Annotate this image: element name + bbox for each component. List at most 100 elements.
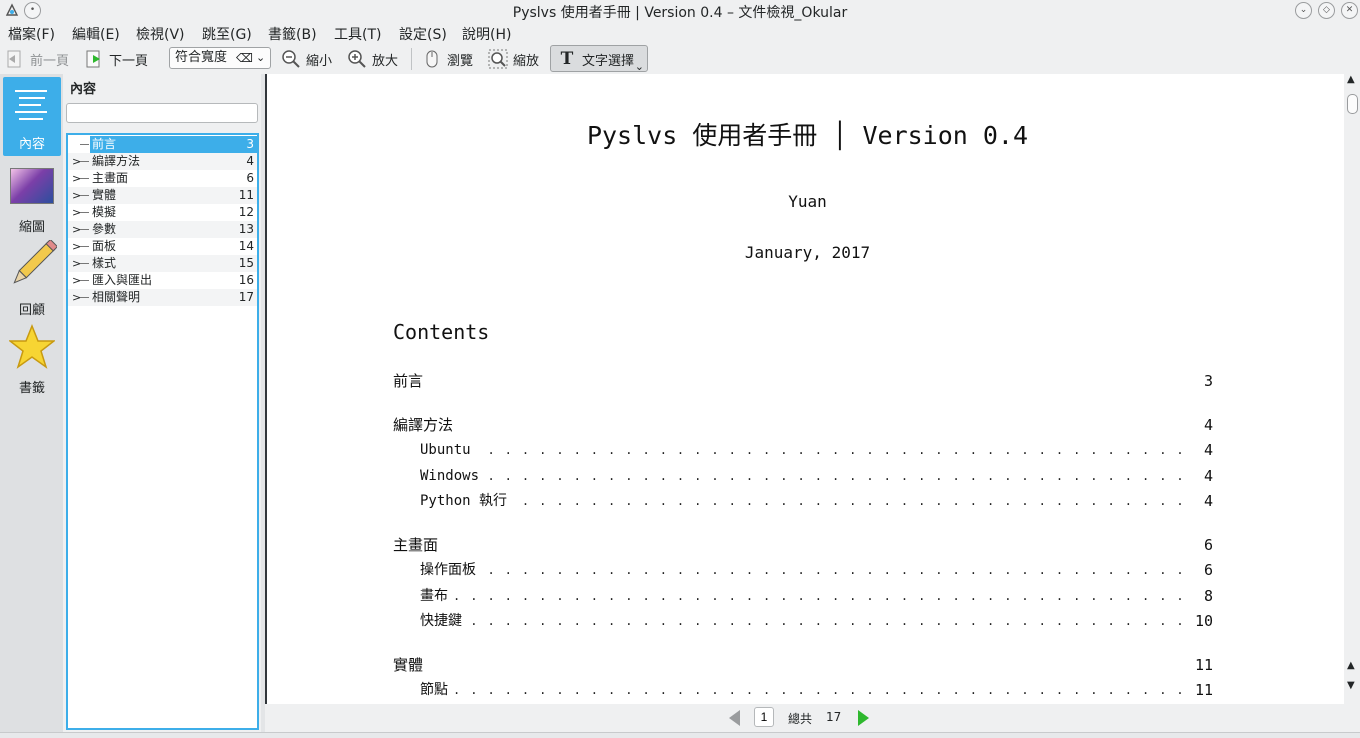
next-page-button[interactable]: 下一頁 <box>84 48 148 70</box>
zoom-tool-label: 縮放 <box>513 53 540 69</box>
menu-go[interactable]: 跳至(G) <box>202 24 252 44</box>
toc-item[interactable]: > 參數 13 <box>68 221 257 238</box>
zoom-in-button[interactable]: 放大 <box>347 48 398 70</box>
doc-toc-entry-title: 畫布 <box>420 586 452 606</box>
page-navigation-bar: 總共 17 <box>265 704 1360 732</box>
sidebar-tab-thumbnails[interactable]: 縮圖 <box>3 166 61 236</box>
page-number-input[interactable] <box>754 707 774 727</box>
toc-item[interactable]: > 模擬 12 <box>68 204 257 221</box>
doc-toc-entry-page: 11 <box>1194 655 1213 675</box>
doc-toc-entry-title: 操作面板 <box>420 560 480 580</box>
zoom-mode-select[interactable]: 符合寬度 ⌫ ⌄ <box>169 47 271 69</box>
doc-toc-entry-title: 前言 <box>393 371 428 391</box>
main-toolbar: 前一頁 下一頁 符合寬度 ⌫ ⌄ 縮小 放大 瀏覽 縮放 T 文字選擇 ⌄ <box>0 45 1360 73</box>
doc-toc-entry-page: 8 <box>1203 586 1213 606</box>
sidebar-tabs: 內容 縮圖 回顧 書籤 <box>0 74 63 734</box>
menubar: 檔案(F) 編輯(E) 檢視(V) 跳至(G) 書籤(B) 工具(T) 設定(S… <box>0 21 1360 43</box>
toc-leader-dots: ........................................… <box>453 683 1183 697</box>
menu-view[interactable]: 檢視(V) <box>136 24 185 44</box>
doc-toc-entry-page: 4 <box>1203 415 1213 435</box>
toc-leader-dots: ........................................… <box>453 443 1183 457</box>
toc-item-label: 樣式 <box>92 256 117 270</box>
toc-item-page: 17 <box>238 290 254 304</box>
scroll-up-icon[interactable]: ▲ <box>1347 74 1355 85</box>
chevron-down-icon[interactable]: ⌄ <box>256 48 265 68</box>
toc-item[interactable]: > 匯入與匯出 16 <box>68 272 257 289</box>
clear-icon[interactable]: ⌫ <box>236 48 253 68</box>
document-author: Yuan <box>788 192 827 211</box>
toc-item[interactable]: > 樣式 15 <box>68 255 257 272</box>
toc-leader-dots: ........................................… <box>453 563 1183 577</box>
doc-toc-entry-title: Ubuntu <box>420 440 475 460</box>
toc-search-input[interactable] <box>66 103 258 123</box>
doc-toc-entry-page: 6 <box>1203 560 1213 580</box>
toc-item[interactable]: > 面板 14 <box>68 238 257 255</box>
doc-toc-entry-title: 快捷鍵 <box>420 611 466 631</box>
toc-item[interactable]: 前言 3 <box>68 136 257 153</box>
doc-toc-entry-page: 6 <box>1203 535 1213 555</box>
doc-toc-entry[interactable]: ........................................… <box>393 491 1213 511</box>
toc-item[interactable]: > 相關聲明 17 <box>68 289 257 306</box>
mouse-icon <box>422 49 442 69</box>
zoom-mode-value: 符合寬度 <box>175 50 228 65</box>
scroll-up-icon[interactable]: ▲ <box>1347 660 1355 671</box>
chevron-down-icon[interactable]: ⌄ <box>635 60 644 73</box>
document-page[interactable]: Pyslvs 使用者手冊 │ Version 0.4 Yuan January,… <box>265 74 1348 704</box>
toc-item-label: 相關聲明 <box>92 290 141 304</box>
doc-toc-entry-page: 3 <box>1203 371 1213 391</box>
doc-toc-entry[interactable]: ........................................… <box>393 586 1213 606</box>
toc-item[interactable]: > 編譯方法 4 <box>68 153 257 170</box>
doc-toc-entry[interactable]: 前言 3 <box>393 371 1213 391</box>
maximize-button[interactable]: ◇ <box>1318 2 1335 19</box>
next-page-arrow-icon[interactable] <box>855 709 871 731</box>
toc-item[interactable]: > 主畫面 6 <box>68 170 257 187</box>
prev-page-arrow-icon[interactable] <box>727 709 743 731</box>
toc-item-label: 前言 <box>90 136 257 153</box>
minimize-button[interactable]: ⌄ <box>1295 2 1312 19</box>
menu-bookmarks[interactable]: 書籤(B) <box>268 24 317 44</box>
doc-toc-entry[interactable]: ........................................… <box>393 680 1213 700</box>
sidebar-tab-bookmarks[interactable]: 書籤 <box>3 323 61 396</box>
total-pages-label: 總共 <box>788 712 813 726</box>
doc-toc-entry-title: Python 執行 <box>420 491 512 511</box>
toc-item-page: 15 <box>238 256 254 270</box>
document-date: January, 2017 <box>744 243 871 262</box>
sidebar-tab-bookmarks-label: 書籤 <box>18 381 45 396</box>
doc-toc-entry[interactable]: ........................................… <box>393 466 1213 486</box>
menu-help[interactable]: 說明(H) <box>462 24 511 44</box>
scroll-down-icon[interactable]: ▼ <box>1347 680 1355 691</box>
menu-settings[interactable]: 設定(S) <box>399 24 447 44</box>
doc-toc-entry[interactable]: ........................................… <box>393 611 1213 631</box>
zoom-tool-button[interactable]: 縮放 <box>488 48 539 70</box>
contents-list-icon <box>15 87 49 127</box>
menu-file[interactable]: 檔案(F) <box>8 24 55 44</box>
close-button[interactable]: ✕ <box>1341 2 1358 19</box>
toc-item-label: 主畫面 <box>92 171 129 185</box>
text-select-button[interactable]: T 文字選擇 ⌄ <box>550 45 648 73</box>
zoom-out-button[interactable]: 縮小 <box>281 48 332 70</box>
toc-item-label: 匯入與匯出 <box>92 273 153 287</box>
toc-item-page: 16 <box>238 273 254 287</box>
doc-toc-entry[interactable]: 實體 11 <box>393 655 1213 675</box>
toc-panel: 內容 前言 3 > 編譯方法 4 > 主畫面 6 > 實體 11 > 模擬 12… <box>63 74 261 734</box>
prev-page-button[interactable]: 前一頁 <box>5 48 69 70</box>
doc-toc-entry-page: 4 <box>1203 440 1213 460</box>
vertical-scrollbar[interactable]: ▲ ▲ ▼ <box>1344 74 1360 704</box>
doc-toc-entry[interactable]: 編譯方法 4 <box>393 415 1213 435</box>
sidebar-tab-contents[interactable]: 內容 <box>3 77 61 156</box>
prev-page-label: 前一頁 <box>30 53 70 69</box>
doc-toc-entry-page: 4 <box>1203 466 1213 486</box>
doc-toc-entry-title: 實體 <box>393 655 428 675</box>
menu-tools[interactable]: 工具(T) <box>334 24 381 44</box>
toc-item-page: 12 <box>238 205 254 219</box>
toc-tree[interactable]: 前言 3 > 編譯方法 4 > 主畫面 6 > 實體 11 > 模擬 12 > … <box>66 133 259 730</box>
sidebar-tab-reviews[interactable]: 回顧 <box>3 238 61 318</box>
doc-toc-entry[interactable]: 主畫面 6 <box>393 535 1213 555</box>
browse-tool-button[interactable]: 瀏覽 <box>422 48 473 70</box>
toc-item[interactable]: > 實體 11 <box>68 187 257 204</box>
doc-toc-entry[interactable]: ........................................… <box>393 440 1213 460</box>
menu-edit[interactable]: 編輯(E) <box>72 24 120 44</box>
zoom-tool-icon <box>488 49 508 69</box>
doc-toc-entry[interactable]: ........................................… <box>393 560 1213 580</box>
scrollbar-thumb[interactable] <box>1347 94 1358 114</box>
